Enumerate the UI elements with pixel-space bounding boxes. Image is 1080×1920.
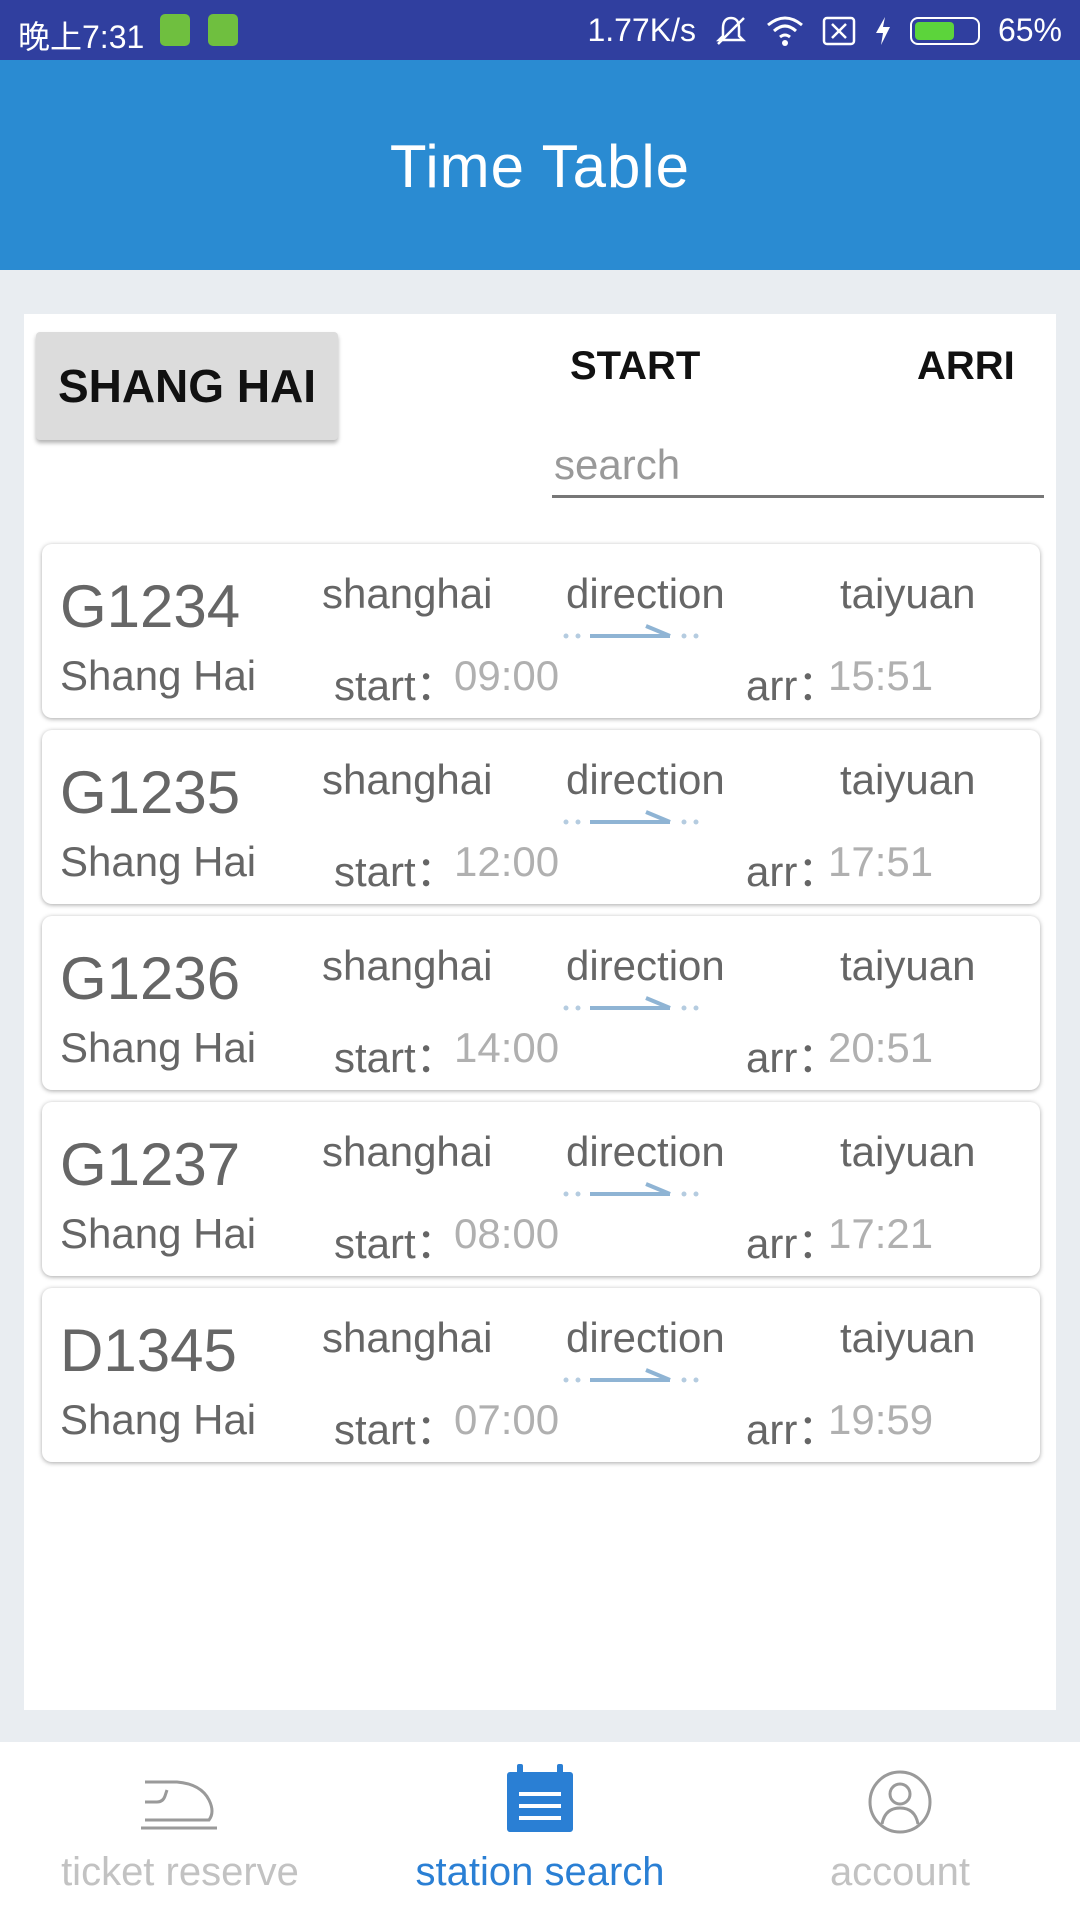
city-select-button[interactable]: SHANG HAI [36,332,338,440]
arrival-label: arr： [746,662,840,709]
train-city: Shang Hai [60,1210,257,1257]
arrival-label: arr： [746,848,840,895]
timetable-panel: SHANG HAI START ARRI G1234 Shang Hai shang… [24,314,1056,1710]
train-card[interactable]: D1345 Shang Hai shanghai direction taiyuan st… [42,1288,1040,1462]
direction-arrow-icon [563,1182,699,1197]
train-city: Shang Hai [60,838,257,885]
direction-label: direction [566,570,725,617]
arrival-label: arr： [746,1034,840,1081]
nav-account[interactable]: account [720,1742,1080,1920]
train-number: G1236 [60,945,241,1012]
start-time: 08:00 [454,1210,560,1257]
start-label: start： [334,662,458,709]
direction-arrow-icon [563,996,699,1011]
train-number: G1234 [60,573,241,640]
origin-station: shanghai [322,1128,493,1175]
train-city: Shang Hai [60,1024,257,1071]
direction-label: direction [566,1128,725,1175]
arrival-time: 17:51 [828,838,934,885]
train-icon [141,1780,217,1830]
direction-label: direction [566,756,725,803]
bottom-nav: ticket reserve station search account [0,1742,1080,1920]
start-label: start： [334,1220,458,1267]
calendar-icon [507,1764,573,1832]
train-list: G1234 Shang Hai shanghai direction taiyuan st… [42,544,1040,1474]
arrival-time: 15:51 [828,652,934,699]
start-time: 07:00 [454,1396,560,1443]
destination-station: taiyuan [840,1128,976,1175]
search-input[interactable] [552,434,1044,498]
mute-icon [715,16,746,45]
origin-station: shanghai [322,942,493,989]
battery-percent: 65% [997,12,1062,48]
train-card[interactable]: G1236 Shang Hai shanghai direction taiyuan st… [42,916,1040,1090]
arrival-time: 17:21 [828,1210,934,1257]
destination-station: taiyuan [840,570,976,617]
sim-icon [160,14,190,46]
nav-ticket-reserve[interactable]: ticket reserve [0,1742,360,1920]
wifi-icon [767,16,803,46]
start-label: start： [334,1034,458,1081]
no-sim-icon [822,16,856,45]
destination-station: taiyuan [840,1314,976,1361]
train-city: Shang Hai [60,1396,257,1443]
app-bar: Time Table [0,60,1080,270]
train-card[interactable]: G1237 Shang Hai shanghai direction taiyuan st… [42,1102,1040,1276]
direction-arrow-icon [563,1368,699,1383]
train-number: D1345 [60,1317,237,1384]
nav-label: station search [415,1850,665,1894]
person-icon [868,1770,932,1834]
direction-label: direction [566,1314,725,1361]
arrival-time: 20:51 [828,1024,934,1071]
start-label: start： [334,848,458,895]
train-city: Shang Hai [60,652,257,699]
train-card[interactable]: G1234 Shang Hai shanghai direction taiyuan st… [42,544,1040,718]
origin-station: shanghai [322,570,493,617]
start-label: start： [334,1406,458,1453]
train-number: G1237 [60,1131,241,1198]
destination-station: taiyuan [840,756,976,803]
train-card[interactable]: G1235 Shang Hai shanghai direction taiyuan st… [42,730,1040,904]
origin-station: shanghai [322,1314,493,1361]
sort-arrival-header[interactable]: ARRI [917,344,1015,389]
direction-label: direction [566,942,725,989]
charging-icon [875,16,890,45]
start-time: 09:00 [454,652,560,699]
status-time: 晚上7:31 [18,19,145,55]
start-time: 14:00 [454,1024,560,1071]
net-speed: 1.77K/s [587,12,696,48]
direction-arrow-icon [563,810,699,825]
android-icon [208,14,238,46]
nav-station-search[interactable]: station search [360,1742,720,1920]
direction-arrow-icon [563,624,699,639]
origin-station: shanghai [322,756,493,803]
arrival-label: arr： [746,1220,840,1267]
train-number: G1235 [60,759,241,826]
nav-label: ticket reserve [61,1850,299,1894]
arrival-time: 19:59 [828,1396,934,1443]
sort-start-header[interactable]: START [570,344,700,389]
destination-station: taiyuan [840,942,976,989]
start-time: 12:00 [454,838,560,885]
nav-label: account [829,1850,971,1894]
battery-icon [909,16,980,45]
page-title: Time Table [389,133,691,200]
arrival-label: arr： [746,1406,840,1453]
status-bar: 晚上7:31 1.77K/s 65% [0,0,1080,60]
